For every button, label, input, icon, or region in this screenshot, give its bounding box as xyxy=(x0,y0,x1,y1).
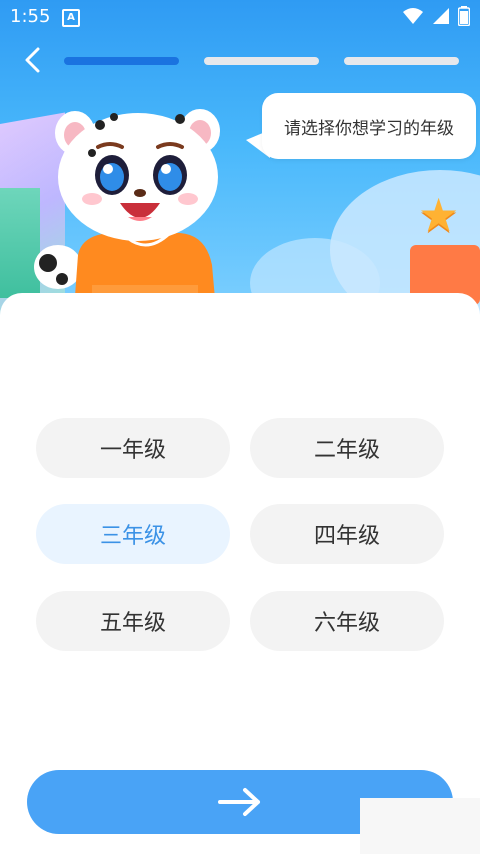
grade-option[interactable]: 二年级 xyxy=(250,418,444,478)
arrow-right-icon xyxy=(218,788,260,816)
grade-option-label: 五年级 xyxy=(99,611,166,636)
star-icon: ★ xyxy=(418,188,460,242)
status-icons xyxy=(402,6,470,26)
screen: ★ 请选择你想学习的年级 1:55 A 一年级 二年级 三年级 四年级 五年级 … xyxy=(0,0,480,854)
grade-option-label: 六年级 xyxy=(313,611,380,636)
wifi-icon xyxy=(403,8,423,24)
grade-option[interactable]: 一年级 xyxy=(36,418,230,478)
signal-icon xyxy=(433,8,449,24)
status-time: 1:55 xyxy=(10,6,51,27)
progress-step xyxy=(344,57,459,65)
progress-step xyxy=(64,57,179,65)
hero-banner: ★ 请选择你想学习的年级 xyxy=(0,0,480,320)
battery-icon xyxy=(458,6,470,26)
bubble-text: 请选择你想学习的年级 xyxy=(284,118,454,139)
speech-bubble: 请选择你想学习的年级 xyxy=(262,93,476,159)
grade-option-label: 四年级 xyxy=(313,524,380,549)
grade-option[interactable]: 三年级 xyxy=(36,504,230,564)
mascot-illustration xyxy=(34,109,220,310)
grade-option-label: 三年级 xyxy=(99,524,166,549)
grade-option[interactable]: 四年级 xyxy=(250,504,444,564)
progress-step xyxy=(204,57,319,65)
grade-option-label: 二年级 xyxy=(313,438,380,463)
back-button[interactable] xyxy=(18,45,48,75)
status-bar: 1:55 A xyxy=(0,0,480,32)
grade-option-label: 一年级 xyxy=(99,438,166,463)
chevron-left-icon xyxy=(25,47,40,73)
grade-option[interactable]: 六年级 xyxy=(250,591,444,651)
corner-overlay xyxy=(360,798,480,854)
a-icon: A xyxy=(62,9,80,27)
grade-option[interactable]: 五年级 xyxy=(36,591,230,651)
